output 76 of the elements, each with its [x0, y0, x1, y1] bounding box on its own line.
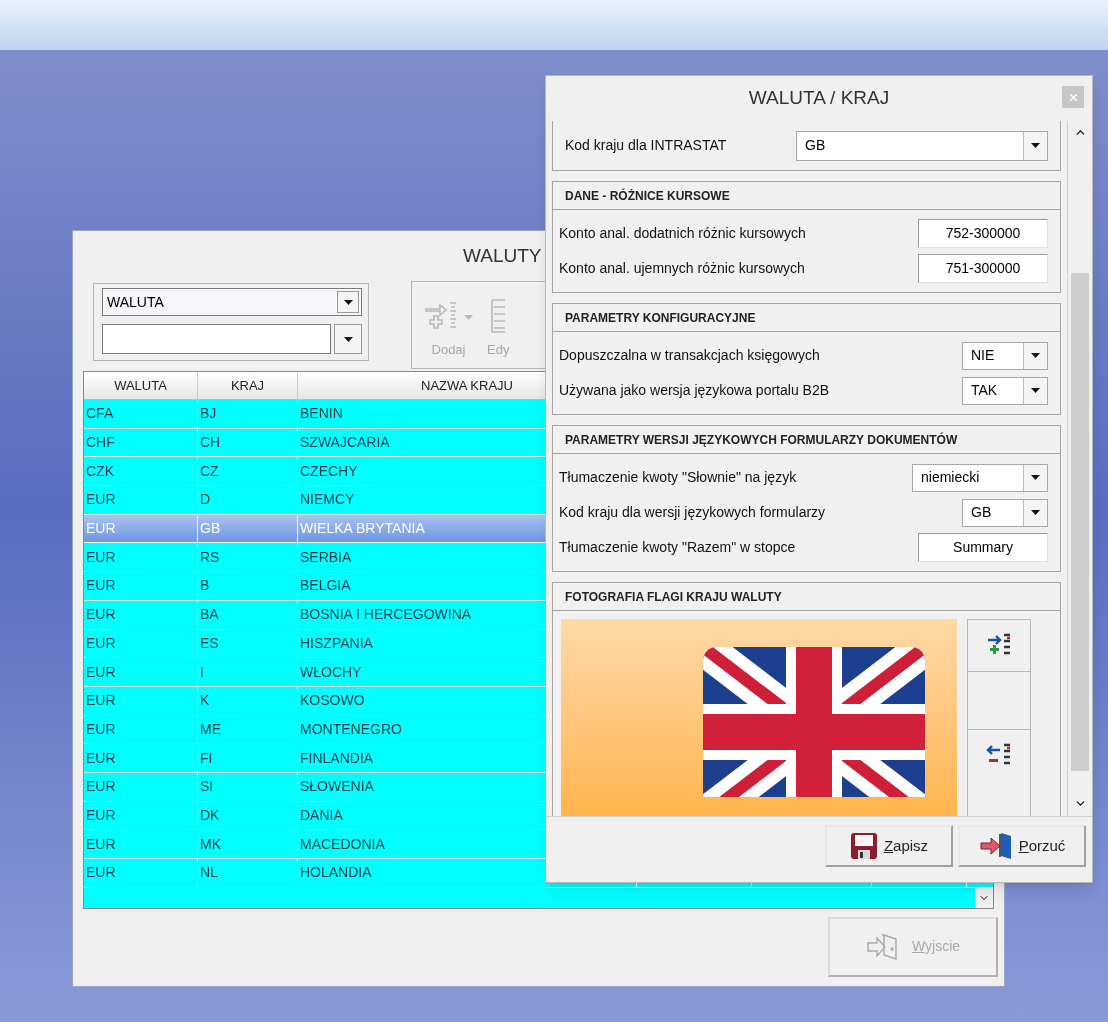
- table-cell: EUR: [84, 543, 198, 572]
- table-cell: I: [198, 658, 298, 686]
- dropdown[interactable]: TAK: [962, 376, 1048, 405]
- table-cell: CHF: [84, 428, 198, 457]
- dropdown-arrow-icon: [1031, 143, 1040, 148]
- table-cell: CZK: [84, 457, 198, 486]
- table-cell: K: [198, 686, 298, 715]
- dropdown[interactable]: GB: [962, 498, 1048, 527]
- table-cell: EUR: [84, 572, 198, 600]
- table-cell: EUR: [84, 744, 198, 772]
- dropdown[interactable]: niemiecki: [912, 463, 1048, 492]
- filter-value-input[interactable]: [102, 324, 331, 354]
- table-cell: D: [198, 486, 298, 514]
- field-label: Konto anal. dodatnich różnic kursowych: [559, 224, 806, 243]
- table-cell: GB: [198, 514, 298, 543]
- table-cell: EUR: [84, 486, 198, 514]
- dropdown-arrow-icon: [1031, 388, 1040, 393]
- field-label: Dopuszczalna w transakcjach księgowych: [559, 346, 820, 365]
- table-cell: CZ: [198, 457, 298, 486]
- table-cell: DK: [198, 801, 298, 830]
- column-header[interactable]: WALUTA: [84, 372, 198, 399]
- table-cell: EUR: [84, 600, 198, 629]
- filter-field-dropdown[interactable]: WALUTA: [102, 288, 362, 316]
- dropdown-button[interactable]: [334, 324, 362, 354]
- dropdown-button[interactable]: [1023, 342, 1047, 369]
- table-cell: EUR: [84, 686, 198, 715]
- section-title: DANE - RÓŻNICE KURSOWE: [565, 187, 730, 205]
- caret-icon: [464, 315, 473, 320]
- table-cell: EUR: [84, 830, 198, 858]
- discard-button[interactable]: Porzuć: [958, 825, 1086, 867]
- table-cell: ES: [198, 629, 298, 658]
- dropdown-arrow-icon: [1031, 510, 1040, 515]
- dialog-title: WALUTA / KRAJ: [748, 86, 890, 111]
- scrollbar-thumb[interactable]: [1071, 273, 1089, 771]
- table-cell: BJ: [198, 400, 298, 428]
- close-icon: [1067, 91, 1079, 103]
- table-cell: EUR: [84, 658, 198, 686]
- table-cell: EUR: [84, 859, 198, 887]
- table-cell: EUR: [84, 772, 198, 801]
- dropdown-button[interactable]: [1023, 131, 1047, 160]
- dropdown[interactable]: NIE: [962, 341, 1048, 370]
- table-cell: BA: [198, 600, 298, 629]
- scroll-down-button[interactable]: [975, 887, 993, 908]
- dropdown-button[interactable]: [1023, 377, 1047, 404]
- dropdown-button[interactable]: [1023, 499, 1047, 526]
- column-header[interactable]: KRAJ: [198, 372, 298, 399]
- dropdown[interactable]: GB: [796, 130, 1048, 161]
- table-cell: EUR: [84, 715, 198, 744]
- dropdown-button[interactable]: [1023, 464, 1047, 491]
- table-cell: EUR: [84, 629, 198, 658]
- table-cell: CH: [198, 428, 298, 457]
- dropdown-arrow-icon: [343, 336, 353, 342]
- text-input[interactable]: Summary: [918, 533, 1048, 562]
- dropdown-arrow-icon: [1031, 475, 1040, 480]
- table-cell: SI: [198, 772, 298, 801]
- document-icon: [491, 298, 506, 334]
- section-title: PARAMETRY KONFIGURACYJNE: [565, 309, 756, 327]
- table-cell: B: [198, 572, 298, 600]
- table-cell: MK: [198, 830, 298, 858]
- dropdown-arrow-icon: [343, 299, 353, 305]
- table-cell: RS: [198, 543, 298, 572]
- table-cell: CFA: [84, 400, 198, 428]
- field-label: Konto anal. ujemnych różnic kursowych: [559, 259, 805, 278]
- table-cell: EUR: [84, 514, 198, 543]
- table-cell: EUR: [84, 801, 198, 830]
- window-title: WALUTY: [463, 243, 542, 268]
- exit-door-icon: [865, 932, 900, 961]
- text-input[interactable]: 751-300000: [918, 254, 1048, 283]
- table-cell: ME: [198, 715, 298, 744]
- field-label: Kod kraju dla INTRASTAT: [565, 136, 727, 155]
- save-button[interactable]: Zapisz: [825, 825, 953, 867]
- dropdown-arrow-icon: [1031, 353, 1040, 358]
- table-cell: NL: [198, 859, 298, 887]
- table-cell: FI: [198, 744, 298, 772]
- text-input[interactable]: 752-300000: [918, 219, 1048, 248]
- exit-door-icon: [978, 832, 1013, 860]
